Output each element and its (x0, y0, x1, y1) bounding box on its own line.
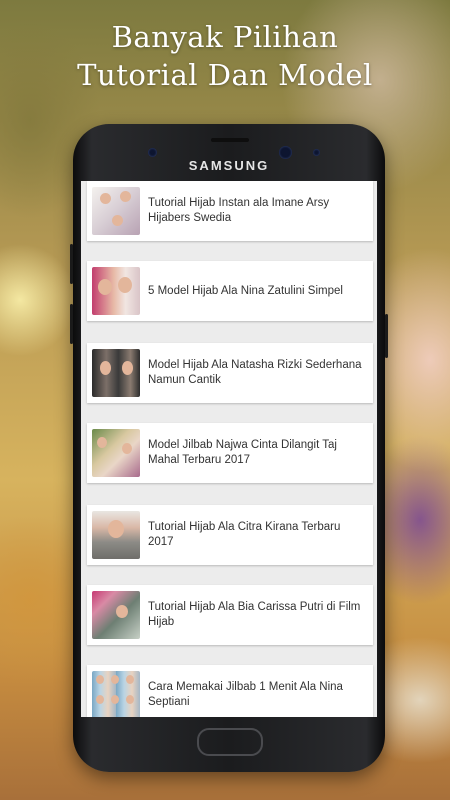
list-item[interactable]: Cara Memakai Jilbab 1 Menit Ala Nina Sep… (87, 665, 373, 717)
article-title: Tutorial Hijab Instan ala Imane Arsy Hij… (148, 197, 330, 224)
home-button[interactable] (197, 728, 263, 756)
proximity-sensor (148, 148, 157, 157)
article-title: Tutorial Hijab Ala Citra Kirana Terbaru … (148, 521, 341, 548)
list-item[interactable]: Tutorial Hijab Ala Bia Carissa Putri di … (87, 585, 373, 645)
article-thumbnail (92, 187, 140, 235)
app-screen[interactable]: Tutorial Hijab Instan ala Imane Arsy Hij… (81, 181, 377, 717)
phone-brand-logo: SAMSUNG (188, 158, 270, 173)
bixby-button (70, 304, 73, 344)
promo-headline: Banyak Pilihan Tutorial Dan Model (0, 18, 450, 94)
article-thumbnail (92, 267, 140, 315)
article-title: Model Hijab Ala Natasha Rizki Sederhana … (148, 359, 362, 386)
phone-mockup: SAMSUNG Tutorial Hijab Instan ala Imane … (70, 124, 388, 772)
volume-button (70, 244, 73, 284)
list-item[interactable]: Tutorial Hijab Ala Citra Kirana Terbaru … (87, 505, 373, 565)
power-button (385, 314, 388, 358)
headline-line-2: Tutorial Dan Model (77, 58, 373, 92)
article-thumbnail (92, 429, 140, 477)
list-item[interactable]: Tutorial Hijab Instan ala Imane Arsy Hij… (87, 181, 373, 241)
headline-line-1: Banyak Pilihan (111, 20, 339, 54)
list-item[interactable]: Model Jilbab Najwa Cinta Dilangit Taj Ma… (87, 423, 373, 483)
article-thumbnail (92, 349, 140, 397)
article-title: Tutorial Hijab Ala Bia Carissa Putri di … (148, 601, 361, 628)
list-item[interactable]: Model Hijab Ala Natasha Rizki Sederhana … (87, 343, 373, 403)
article-thumbnail (92, 511, 140, 559)
article-title: Cara Memakai Jilbab 1 Menit Ala Nina Sep… (148, 681, 343, 708)
earpiece-speaker (211, 138, 249, 142)
article-title: 5 Model Hijab Ala Nina Zatulini Simpel (148, 284, 343, 297)
iris-sensor (313, 149, 320, 156)
article-thumbnail (92, 671, 140, 717)
article-title: Model Jilbab Najwa Cinta Dilangit Taj Ma… (148, 439, 337, 466)
article-thumbnail (92, 591, 140, 639)
list-item[interactable]: 5 Model Hijab Ala Nina Zatulini Simpel (87, 261, 373, 321)
